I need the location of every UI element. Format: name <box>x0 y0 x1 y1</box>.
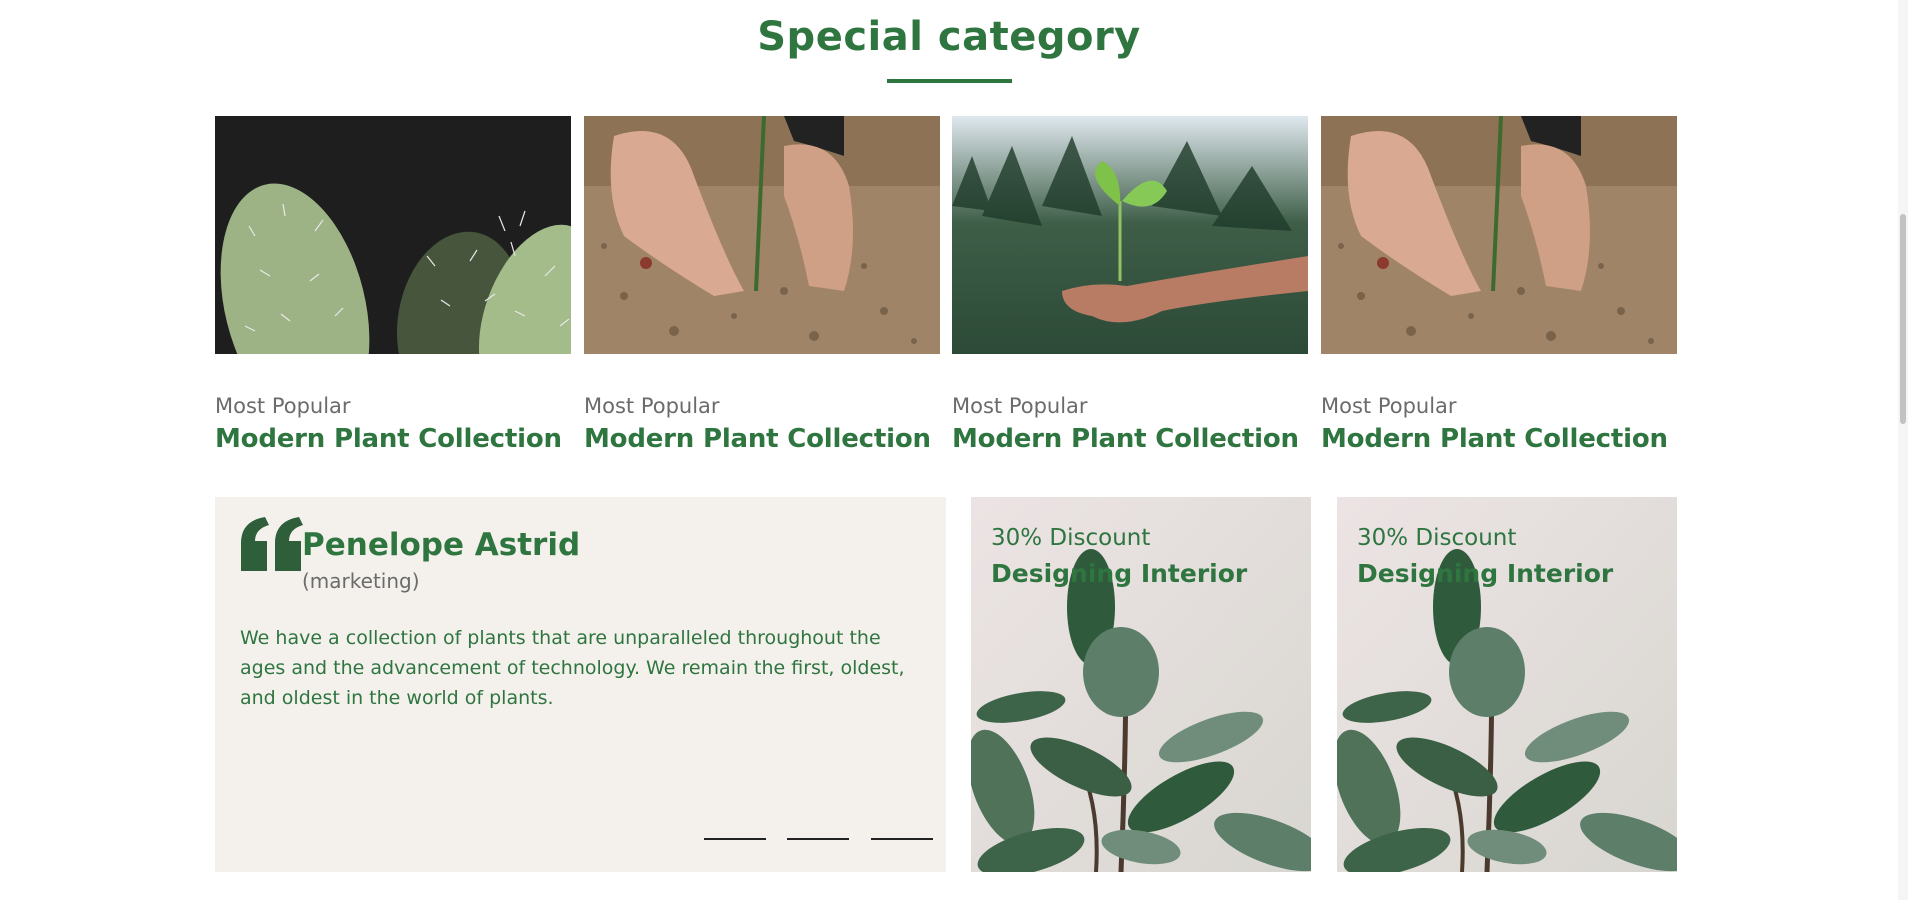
rubber-plant-image <box>971 497 1311 872</box>
card-label: Most Popular <box>584 394 720 418</box>
testimonial-text: We have a collection of plants that are … <box>240 627 905 709</box>
promo-discount: 30% Discount <box>1357 525 1517 551</box>
category-card[interactable]: Most Popular Modern Plant Collection <box>1321 116 1677 454</box>
scrollbar-thumb[interactable] <box>1900 214 1906 424</box>
scrollbar-track[interactable] <box>1898 0 1908 900</box>
promo-title[interactable]: Designing Interior <box>991 559 1247 588</box>
special-category-page: Special category Most Popular Modern Pla… <box>0 0 1908 900</box>
slider-indicator-3[interactable] <box>871 838 933 840</box>
card-title[interactable]: Modern Plant Collection <box>952 424 1299 454</box>
quote-icon <box>241 517 303 571</box>
slider-indicator-1[interactable] <box>704 838 766 840</box>
seedling-hand-image[interactable] <box>952 116 1308 354</box>
promo-card[interactable]: 30% Discount Designing Interior <box>1337 497 1677 872</box>
planting-hands-image[interactable] <box>1321 116 1677 354</box>
slider-indicator-2[interactable] <box>787 838 849 840</box>
category-card[interactable]: Most Popular Modern Plant Collection <box>584 116 940 454</box>
promo-discount: 30% Discount <box>991 525 1151 551</box>
card-title[interactable]: Modern Plant Collection <box>1321 424 1668 454</box>
card-label: Most Popular <box>952 394 1088 418</box>
section-title: Special category <box>757 14 1141 60</box>
category-card[interactable]: Most Popular Modern Plant Collection <box>215 116 571 454</box>
planting-hands-image[interactable] <box>584 116 940 354</box>
promo-title[interactable]: Designing Interior <box>1357 559 1613 588</box>
promo-card[interactable]: 30% Discount Designing Interior <box>971 497 1311 872</box>
testimonial-role: (marketing) <box>302 569 420 593</box>
card-title[interactable]: Modern Plant Collection <box>215 424 562 454</box>
category-card[interactable]: Most Popular Modern Plant Collection <box>952 116 1308 454</box>
cactus-image[interactable] <box>215 116 571 354</box>
card-title[interactable]: Modern Plant Collection <box>584 424 931 454</box>
title-underline <box>887 79 1012 83</box>
card-label: Most Popular <box>215 394 351 418</box>
testimonial-card: Penelope Astrid (marketing) We have a co… <box>215 497 946 872</box>
rubber-plant-image <box>1337 497 1677 872</box>
testimonial-name: Penelope Astrid <box>302 527 581 563</box>
card-label: Most Popular <box>1321 394 1457 418</box>
